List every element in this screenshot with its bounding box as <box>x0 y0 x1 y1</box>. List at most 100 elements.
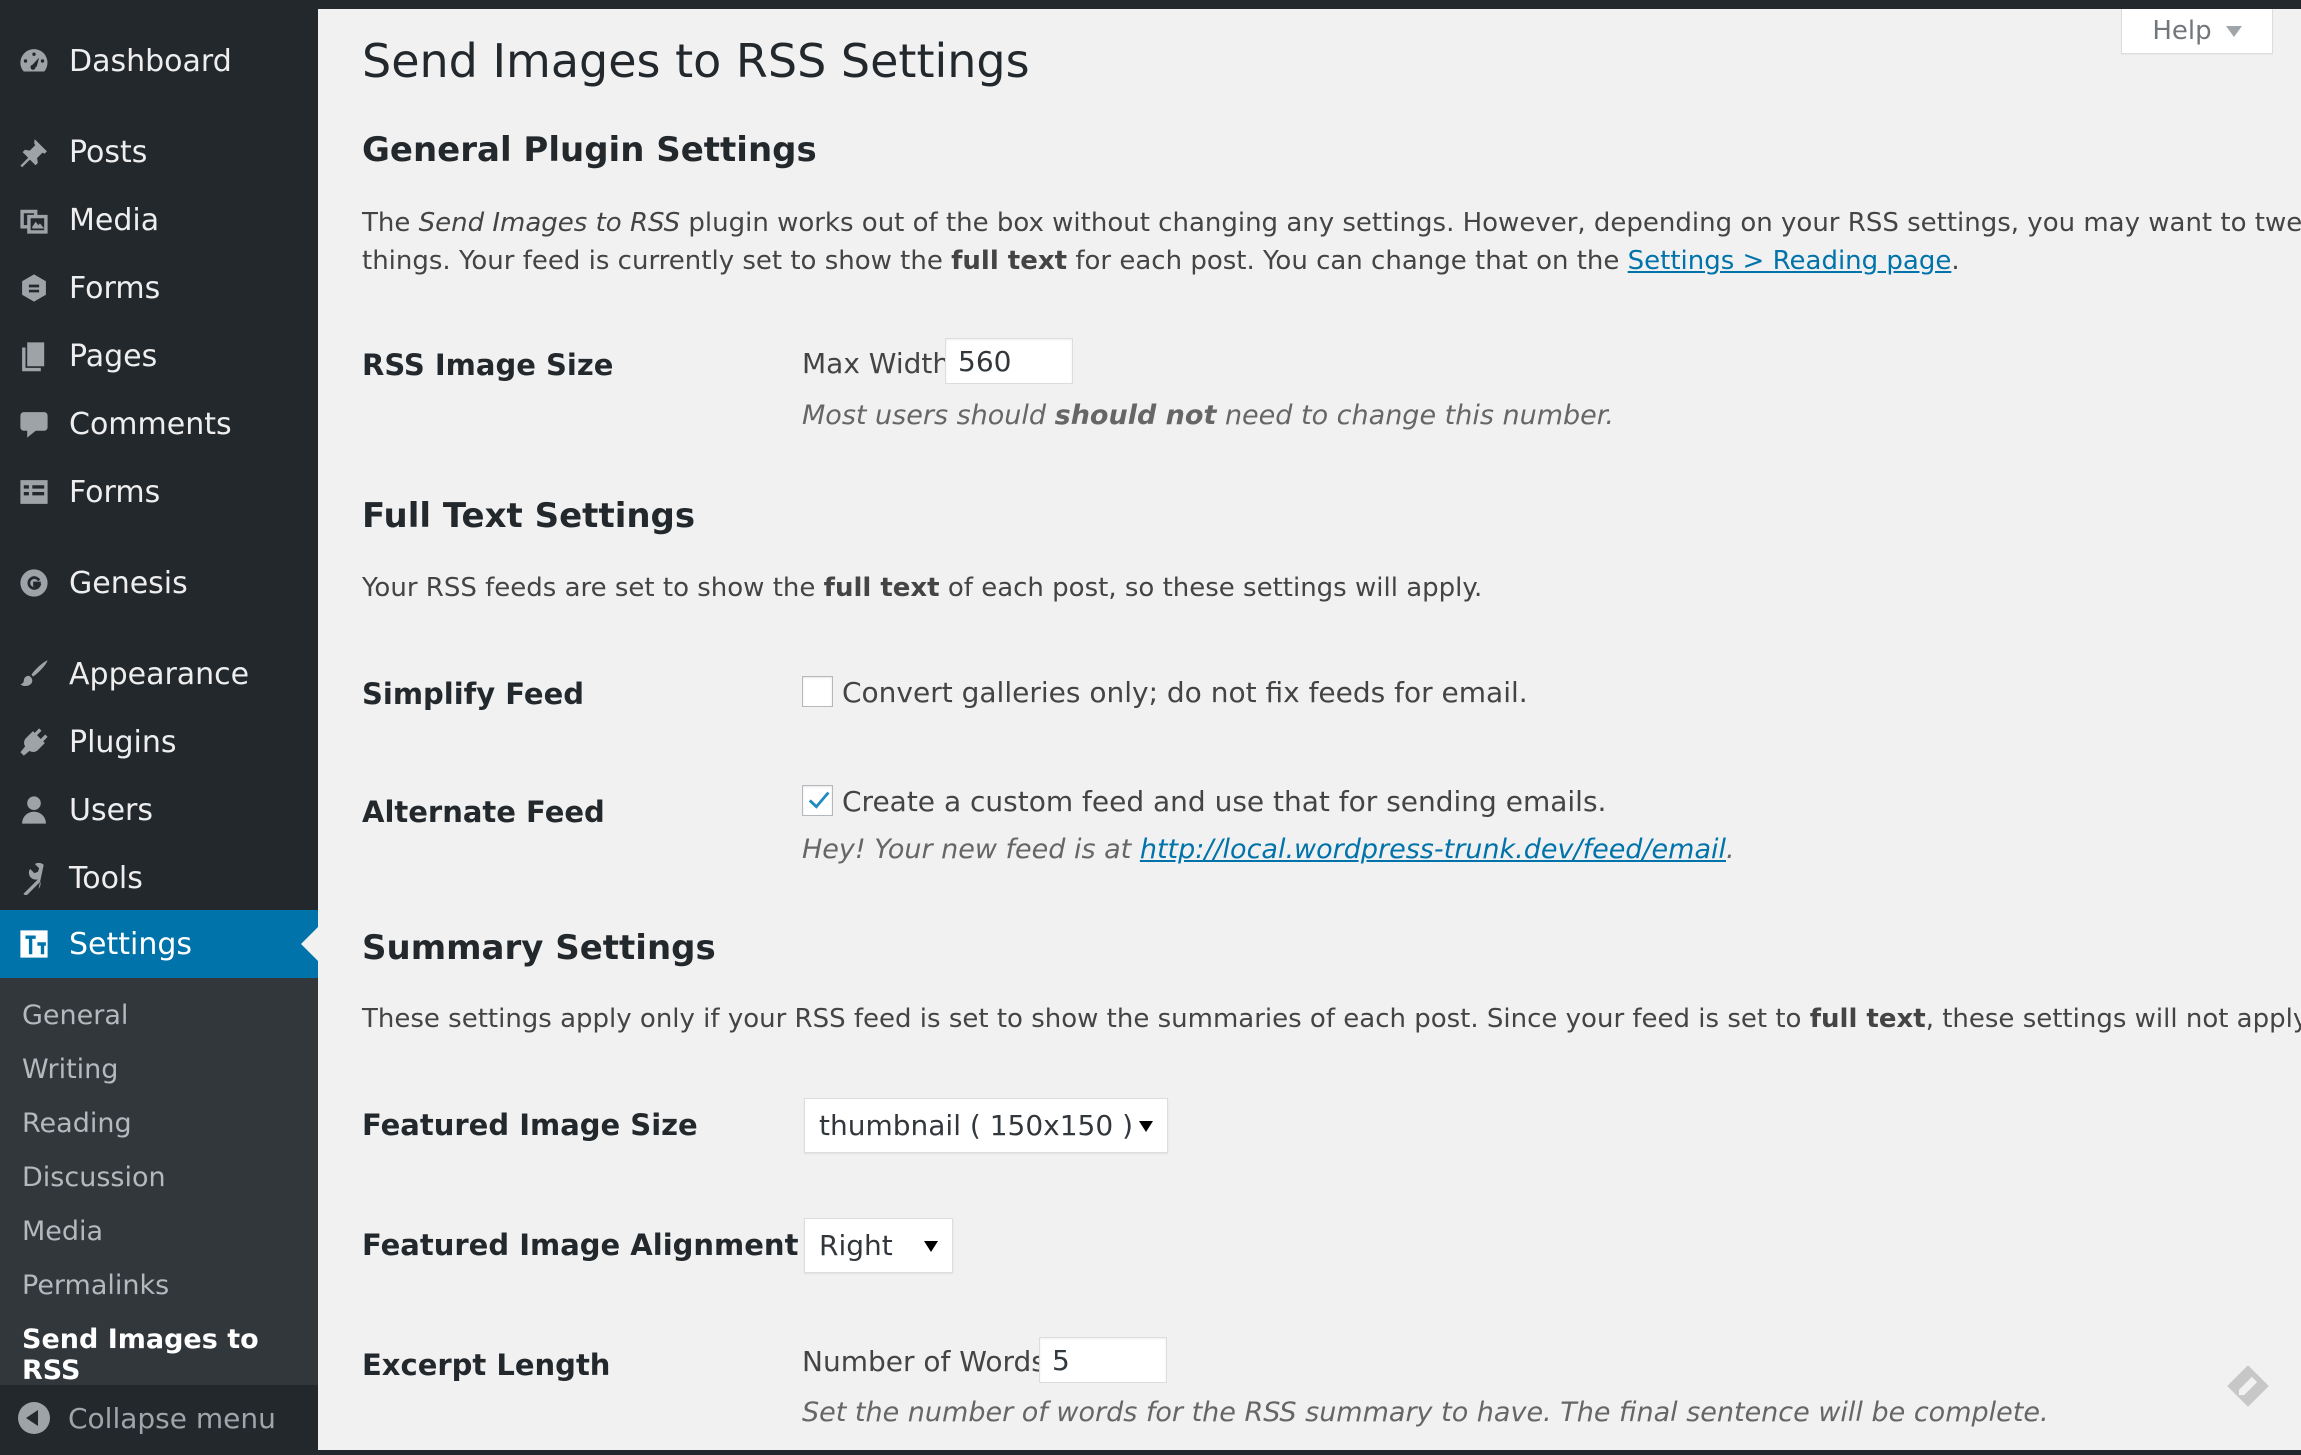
text: The <box>362 208 419 238</box>
simplify-feed-text[interactable]: Convert galleries only; do not fix feeds… <box>842 676 1528 709</box>
menu-label: Posts <box>69 134 148 170</box>
submenu-item-send-images-to-rss[interactable]: Send Images to RSS <box>22 1324 318 1386</box>
general-intro-line-2: things. Your feed is currently set to sh… <box>362 242 1960 280</box>
text: Hey! Your new feed is at <box>802 834 1140 865</box>
section-heading-summary: Summary Settings <box>362 928 716 968</box>
feedback-icon[interactable] <box>2222 1360 2274 1412</box>
menu-item-pages[interactable]: Pages <box>0 326 318 386</box>
alternate-feed-note: Hey! Your new feed is at http://local.wo… <box>802 834 1735 865</box>
featured-image-size-select[interactable]: thumbnail ( 150x150 ) <box>804 1098 1168 1153</box>
text: plugin works out of the box without chan… <box>680 208 2301 238</box>
menu-label: Media <box>69 202 160 238</box>
submenu-item-general[interactable]: General <box>22 1000 128 1031</box>
field-label-simplify-feed: Simplify Feed <box>362 677 585 711</box>
menu-item-genesis[interactable]: Genesis <box>0 553 318 613</box>
settings-reading-link[interactable]: Settings > Reading page <box>1628 246 1952 276</box>
submenu-item-media[interactable]: Media <box>22 1216 103 1247</box>
simplify-feed-checkbox[interactable] <box>802 676 833 707</box>
plugins-icon <box>17 725 51 759</box>
menu-item-plugins[interactable]: Plugins <box>0 712 318 772</box>
menu-item-posts[interactable]: Posts <box>0 122 318 182</box>
text: Your RSS feeds are set to show the <box>362 573 824 603</box>
forms-icon <box>17 271 51 305</box>
menu-label: Dashboard <box>69 43 232 79</box>
caret-down-icon <box>924 1240 938 1252</box>
alternate-feed-text[interactable]: Create a custom feed and use that for se… <box>842 785 1606 818</box>
field-label-excerpt-length: Excerpt Length <box>362 1348 611 1382</box>
summary-intro: These settings apply only if your RSS fe… <box>362 1000 2301 1038</box>
page-title: Send Images to RSS Settings <box>362 34 1030 88</box>
bottom-edge <box>0 1450 2301 1455</box>
admin-sidebar: Dashboard Posts Media Forms Pages Commen… <box>0 0 318 1450</box>
menu-item-dashboard[interactable]: Dashboard <box>0 31 318 91</box>
caret-down-icon <box>1139 1120 1153 1132</box>
menu-label: Settings <box>69 926 193 962</box>
text-bold: full text <box>1809 1004 1926 1034</box>
collapse-label: Collapse menu <box>68 1401 276 1435</box>
text: things. Your feed is currently set to sh… <box>362 246 952 276</box>
dashboard-icon <box>17 44 51 78</box>
select-value: Right <box>819 1229 893 1262</box>
general-intro-line-1: The Send Images to RSS plugin works out … <box>362 204 2301 242</box>
alternate-feed-checkbox[interactable] <box>802 785 833 816</box>
select-value: thumbnail ( 150x150 ) <box>819 1109 1133 1142</box>
text: , these settings will not apply. <box>1925 1004 2301 1034</box>
max-width-input[interactable] <box>945 338 1073 384</box>
number-of-words-label: Number of Words <box>802 1345 1046 1378</box>
genesis-icon <box>17 566 51 600</box>
featured-image-alignment-select[interactable]: Right <box>804 1218 953 1273</box>
submenu-item-writing[interactable]: Writing <box>22 1054 118 1085</box>
number-of-words-input[interactable] <box>1039 1337 1167 1383</box>
text-bold: full text <box>823 573 940 603</box>
text: . <box>1951 246 1960 276</box>
menu-item-appearance[interactable]: Appearance <box>0 644 318 704</box>
field-label-featured-image-size: Featured Image Size <box>362 1108 698 1142</box>
current-menu-arrow <box>301 927 318 961</box>
field-label-featured-image-alignment: Featured Image Alignment <box>362 1228 799 1262</box>
settings-icon <box>17 927 51 961</box>
text-bold: full text <box>951 246 1068 276</box>
feed-url-link[interactable]: http://local.wordpress-trunk.dev/feed/em… <box>1140 834 1726 865</box>
help-label: Help <box>2152 16 2212 46</box>
excerpt-length-description: Set the number of words for the RSS summ… <box>802 1397 2049 1428</box>
forms-list-icon <box>17 475 51 509</box>
pin-icon <box>17 135 51 169</box>
submenu-item-permalinks[interactable]: Permalinks <box>22 1270 169 1301</box>
appearance-icon <box>17 657 51 691</box>
checkmark-icon <box>808 791 830 809</box>
collapse-icon <box>18 1402 50 1434</box>
tools-icon <box>17 861 51 895</box>
help-tab-button[interactable]: Help <box>2121 9 2273 54</box>
menu-label: Plugins <box>69 724 177 760</box>
menu-item-comments[interactable]: Comments <box>0 394 318 454</box>
menu-label: Forms <box>69 270 161 306</box>
pages-icon <box>17 339 51 373</box>
users-icon <box>17 793 51 827</box>
max-width-description: Most users should should not need to cha… <box>802 400 1614 431</box>
field-label-alternate-feed: Alternate Feed <box>362 795 605 829</box>
submenu-item-discussion[interactable]: Discussion <box>22 1162 166 1193</box>
menu-label: Forms <box>69 474 161 510</box>
admin-bar <box>0 0 2301 9</box>
field-label-rss-image-size: RSS Image Size <box>362 348 614 382</box>
menu-label: Comments <box>69 406 232 442</box>
menu-item-forms[interactable]: Forms <box>0 258 318 318</box>
submenu-item-reading[interactable]: Reading <box>22 1108 132 1139</box>
menu-item-settings[interactable]: Settings <box>0 910 318 978</box>
menu-item-forms-2[interactable]: Forms <box>0 462 318 522</box>
menu-label: Users <box>69 792 154 828</box>
menu-item-tools[interactable]: Tools <box>0 848 318 908</box>
text: of each post, so these settings will app… <box>939 573 1483 603</box>
menu-item-users[interactable]: Users <box>0 780 318 840</box>
text: These settings apply only if your RSS fe… <box>362 1004 1810 1034</box>
media-icon <box>17 203 51 237</box>
section-heading-general: General Plugin Settings <box>362 130 817 170</box>
section-heading-full-text: Full Text Settings <box>362 496 696 536</box>
collapse-menu-button[interactable]: Collapse menu <box>0 1388 318 1448</box>
menu-item-media[interactable]: Media <box>0 190 318 250</box>
plugin-name: Send Images to RSS <box>418 208 681 238</box>
chevron-down-icon <box>2225 25 2242 37</box>
text: need to change this number. <box>1216 400 1614 431</box>
text: for each post. You can change that on th… <box>1067 246 1628 276</box>
menu-label: Pages <box>69 338 158 374</box>
